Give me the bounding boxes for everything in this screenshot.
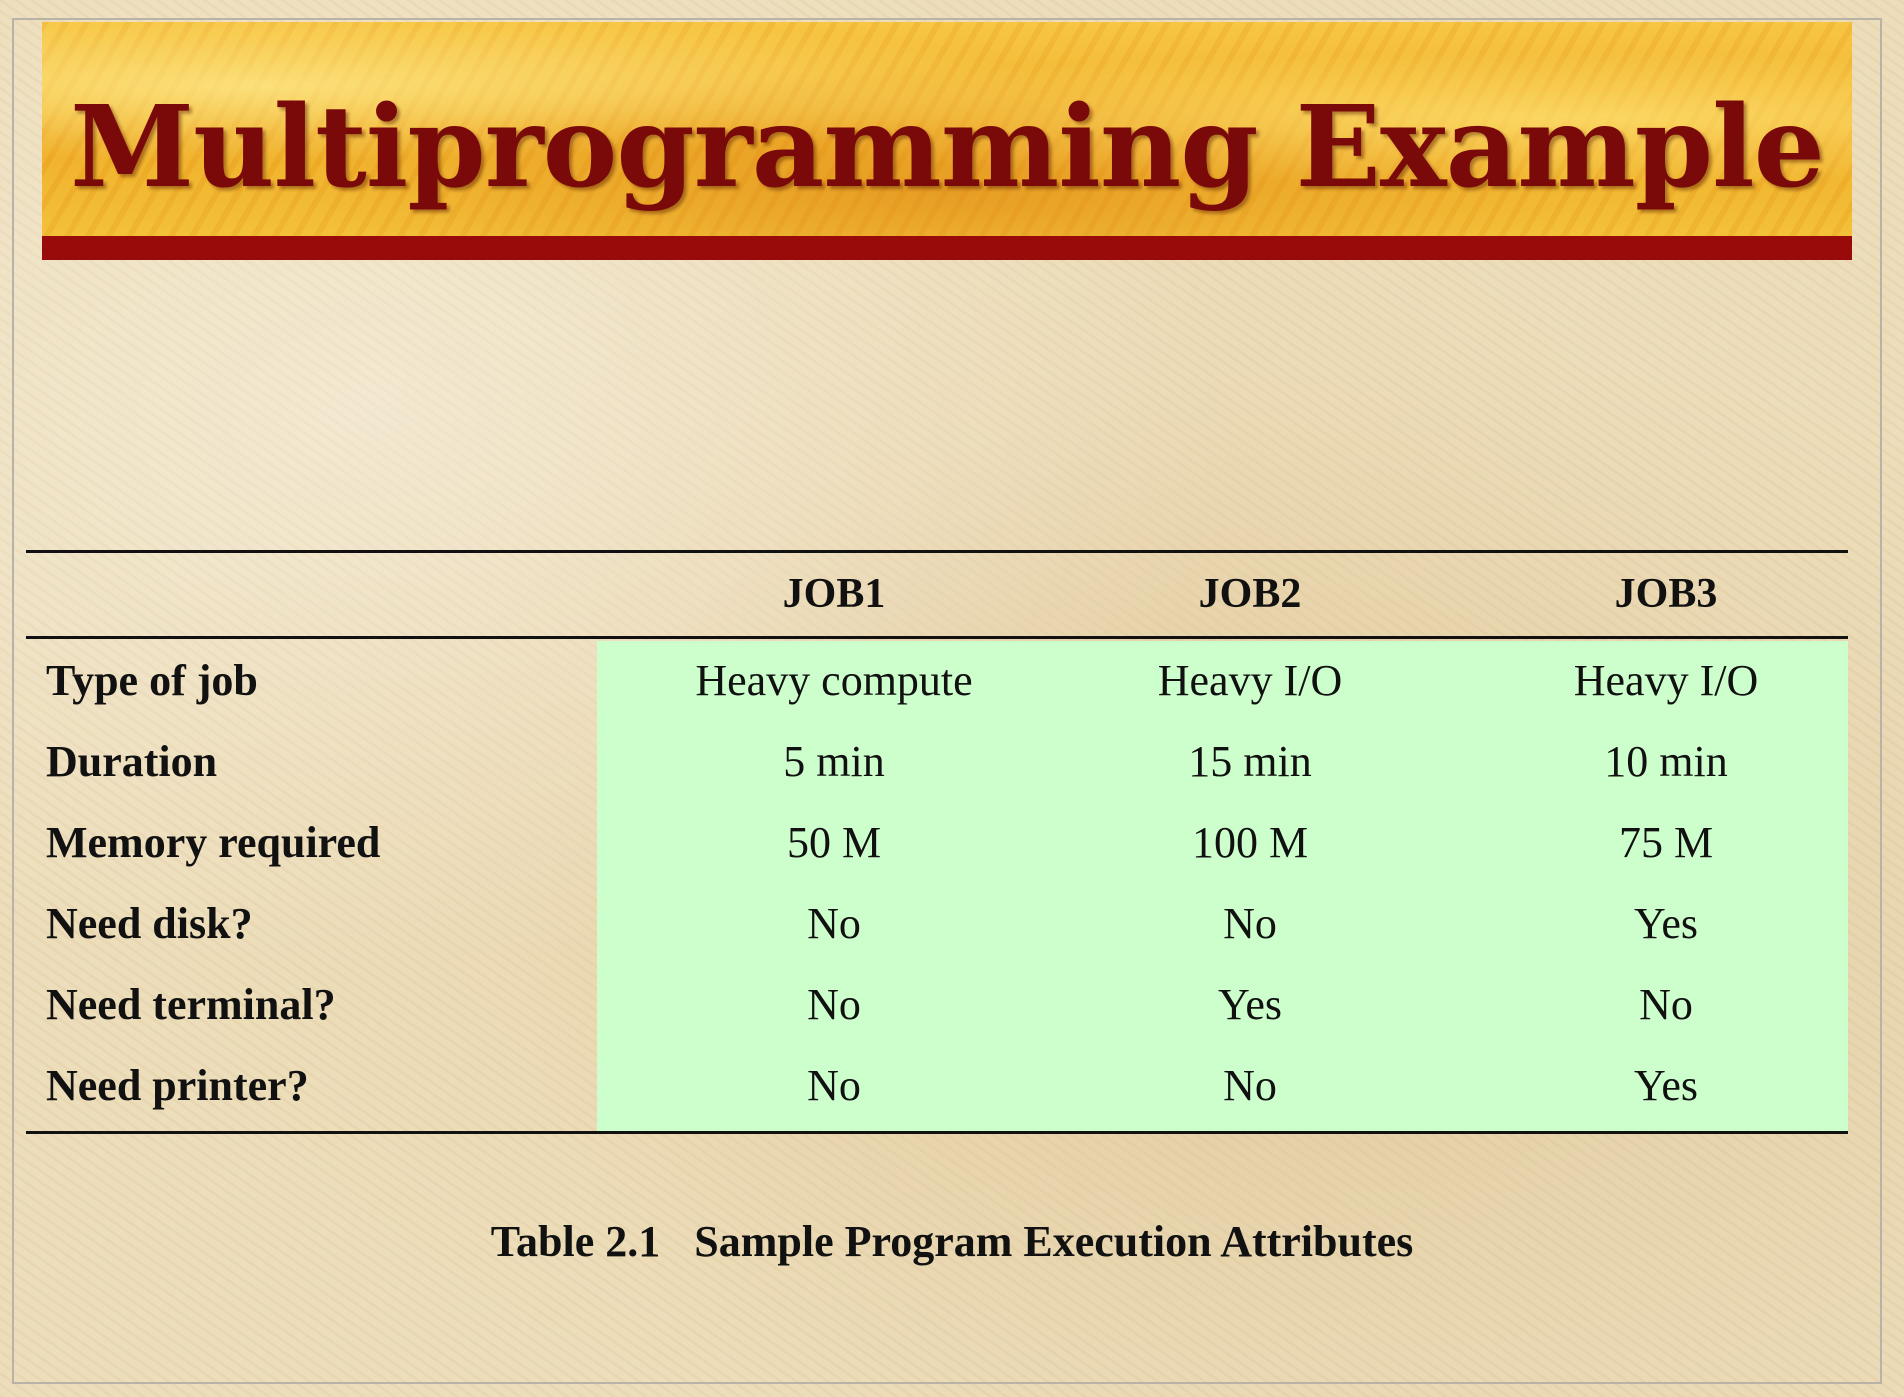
row-label: Type of job [46, 656, 258, 705]
table-cell: 100 M [1191, 818, 1309, 867]
table-cell: 15 min [1188, 737, 1312, 786]
table-caption: Table 2.1 Sample Program Execution Attrib… [0, 1216, 1904, 1267]
table-cell: 10 min [1604, 737, 1728, 786]
slide-title: Multiprogramming Example [70, 82, 1825, 213]
column-header-job1: JOB1 [782, 571, 886, 617]
table-cell: Heavy compute [695, 656, 973, 705]
table-cell: 5 min [783, 737, 885, 786]
table-cell: 50 M [786, 818, 882, 867]
title-underline [42, 236, 1852, 260]
row-label: Need disk? [46, 899, 253, 948]
table-cell: Yes [1633, 1061, 1699, 1110]
row-label: Need printer? [46, 1061, 309, 1110]
row-label: Need terminal? [46, 980, 336, 1029]
row-label: Duration [46, 737, 218, 786]
table-cell: Yes [1633, 899, 1699, 948]
table-cell: Heavy I/O [1157, 656, 1343, 705]
table-top-rule [26, 550, 1848, 553]
table-cell: No [807, 980, 861, 1029]
column-header-job3: JOB3 [1614, 571, 1718, 617]
table-cell: Yes [1217, 980, 1283, 1029]
title-banner: Multiprogramming Example [42, 22, 1852, 236]
table-cell: No [1223, 899, 1277, 948]
table-cell: No [1223, 1061, 1277, 1110]
table-cell: Heavy I/O [1573, 656, 1759, 705]
table-cell: No [807, 899, 861, 948]
column-header-job2: JOB2 [1198, 571, 1302, 617]
table-caption-text: Sample Program Execution Attributes [694, 1217, 1414, 1266]
table-cell: 75 M [1618, 818, 1714, 867]
table-bottom-rule [26, 1131, 1848, 1134]
slide: Multiprogramming Example JOB1 JOB2 JOB3 … [0, 0, 1904, 1397]
values-highlight [597, 641, 1848, 1131]
row-label: Memory required [46, 818, 381, 867]
table-header-rule [26, 636, 1848, 639]
table-cell: No [807, 1061, 861, 1110]
table-caption-number: Table 2.1 [490, 1217, 661, 1266]
table-cell: No [1639, 980, 1693, 1029]
